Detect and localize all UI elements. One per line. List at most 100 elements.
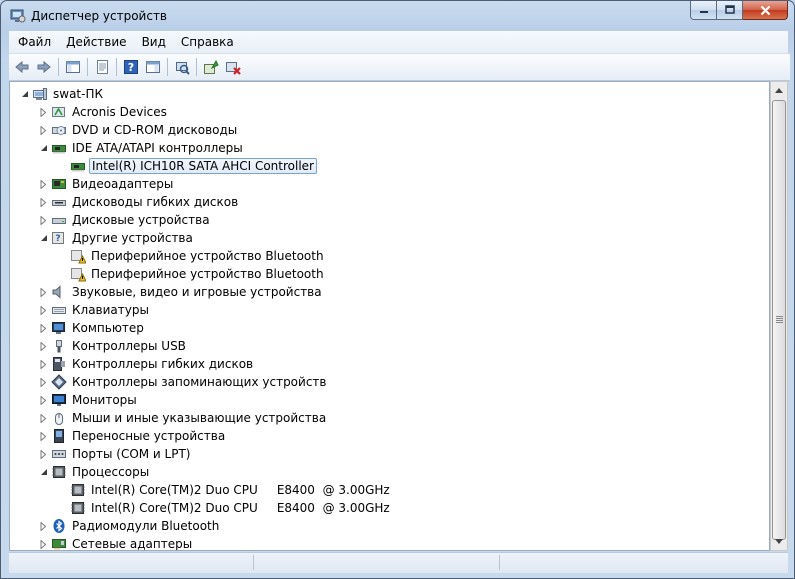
menu-view[interactable]: Вид (136, 35, 172, 49)
device-node[interactable]: Intel(R) ICH10R SATA AHCI Controller (58, 157, 317, 175)
show-hide-console-tree-button[interactable] (62, 56, 84, 78)
status-pane (9, 555, 254, 570)
device-category-node[interactable]: DVD и CD-ROM дисководы (39, 121, 239, 139)
device-category-node[interactable]: Дисководы гибких дисков (39, 193, 240, 211)
device-category-node[interactable]: Компьютер (39, 319, 146, 337)
device-category-node[interactable]: Сетевые адаптеры (39, 535, 194, 551)
tree-node-label: Переносные устройства (72, 429, 226, 443)
device-category-node[interactable]: Видеоадаптеры (39, 175, 175, 193)
forward-button[interactable] (33, 56, 55, 78)
scroll-down-button[interactable] (771, 533, 787, 550)
device-node[interactable]: Периферийное устройство Bluetooth (58, 247, 326, 265)
expand-arrow-icon[interactable] (39, 215, 48, 225)
computer-icon (32, 86, 48, 102)
device-node[interactable]: Периферийное устройство Bluetooth (58, 265, 326, 283)
toolbar: ? (9, 54, 790, 81)
menu-action[interactable]: Действие (60, 35, 132, 49)
expand-arrow-icon[interactable] (39, 179, 48, 189)
device-category-node[interactable]: Клавиатуры (39, 301, 151, 319)
tree-node-label: IDE ATA/ATAPI контроллеры (72, 141, 243, 155)
expand-arrow-icon[interactable] (39, 449, 48, 459)
device-category-node[interactable]: ? Другие устройства (39, 229, 195, 247)
collapse-arrow-icon[interactable] (39, 468, 48, 477)
storage-controller-icon (51, 374, 67, 390)
device-category-node[interactable]: Процессоры (39, 463, 151, 481)
expand-arrow-icon[interactable] (39, 539, 48, 549)
dvd-drive-icon (51, 122, 67, 138)
back-button[interactable] (11, 56, 33, 78)
help-button[interactable]: ? (120, 56, 142, 78)
expand-arrow-icon[interactable] (39, 395, 48, 405)
close-button[interactable] (743, 1, 788, 20)
device-category-node[interactable]: Мониторы (39, 391, 139, 409)
tree-node-label: Радиомодули Bluetooth (72, 519, 220, 533)
device-tree[interactable]: swat-ПК Acronis Devices DVD и CD-ROM диско… (9, 81, 770, 551)
menu-bar: Файл Действие Вид Справка (9, 31, 788, 54)
toolbar-separator (167, 58, 168, 76)
expand-arrow-icon[interactable] (39, 377, 48, 387)
expand-arrow-icon[interactable] (39, 413, 48, 423)
device-category-node[interactable]: Радиомодули Bluetooth (39, 517, 221, 535)
processor-icon (70, 500, 86, 516)
device-category-node[interactable]: Звуковые, видео и игровые устройства (39, 283, 324, 301)
expand-arrow-icon[interactable] (39, 125, 48, 135)
speaker-icon (51, 284, 67, 300)
expand-arrow-icon[interactable] (39, 521, 48, 531)
device-category-node[interactable]: Мыши и иные указывающие устройства (39, 409, 328, 427)
expand-arrow-icon[interactable] (39, 359, 48, 369)
collapse-arrow-icon[interactable] (20, 90, 29, 99)
expand-arrow-icon[interactable] (39, 431, 48, 441)
scroll-up-button[interactable] (771, 82, 787, 99)
device-manager-icon (10, 8, 26, 24)
action-pane-icon (146, 61, 160, 73)
scan-hardware-changes-button[interactable] (171, 56, 193, 78)
update-driver-button[interactable] (200, 56, 222, 78)
device-category-node[interactable]: Дисковые устройства (39, 211, 212, 229)
collapse-arrow-icon[interactable] (39, 234, 48, 243)
properties-button[interactable] (91, 56, 113, 78)
menu-help[interactable]: Справка (175, 35, 240, 49)
uninstall-button[interactable] (222, 56, 244, 78)
uninstall-icon (226, 62, 241, 75)
expand-arrow-icon[interactable] (39, 341, 48, 351)
collapse-arrow-icon[interactable] (39, 144, 48, 153)
vertical-scrollbar[interactable] (770, 81, 788, 551)
floppy-controller-icon (51, 356, 67, 372)
expand-arrow-icon[interactable] (39, 287, 48, 297)
tree-node-label: Acronis Devices (72, 105, 167, 119)
maximize-button[interactable] (717, 1, 743, 20)
warning-device-icon (70, 266, 86, 282)
title-bar[interactable]: Диспетчер устройств (1, 1, 794, 31)
tree-node-label: Сетевые адаптеры (72, 537, 193, 551)
scroll-thumb[interactable] (772, 100, 786, 540)
tree-node-label: Дисководы гибких дисков (72, 195, 239, 209)
tree-root-node[interactable]: swat-ПК (20, 85, 105, 103)
minimize-button[interactable] (690, 1, 717, 20)
device-node[interactable]: Intel(R) Core(TM)2 Duo CPU E8400 @ 3.00G… (58, 481, 392, 499)
status-pane (255, 555, 500, 570)
expand-arrow-icon[interactable] (39, 107, 48, 117)
device-category-node[interactable]: Acronis Devices (39, 103, 169, 121)
show-hide-action-pane-button[interactable] (142, 56, 164, 78)
device-category-node[interactable]: Переносные устройства (39, 427, 227, 445)
expand-arrow-icon[interactable] (39, 197, 48, 207)
ide-controller-icon (70, 158, 86, 174)
device-node[interactable]: Intel(R) Core(TM)2 Duo CPU E8400 @ 3.00G… (58, 499, 392, 517)
expand-arrow-icon[interactable] (39, 323, 48, 333)
expand-arrow-icon[interactable] (39, 305, 48, 315)
device-category-node[interactable]: Контроллеры запоминающих устройств (39, 373, 328, 391)
menu-file[interactable]: Файл (12, 35, 57, 49)
close-icon (760, 5, 770, 15)
device-category-node[interactable]: Контроллеры USB (39, 337, 188, 355)
tree-node-label: Периферийное устройство Bluetooth (91, 249, 324, 263)
bluetooth-icon (51, 518, 67, 534)
status-pane (501, 555, 771, 570)
device-category-node[interactable]: IDE ATA/ATAPI контроллеры (39, 139, 245, 157)
device-category-node[interactable]: Порты (COM и LPT) (39, 445, 192, 463)
tree-node-label: Порты (COM и LPT) (72, 447, 191, 461)
device-category-node[interactable]: Контроллеры гибких дисков (39, 355, 255, 373)
